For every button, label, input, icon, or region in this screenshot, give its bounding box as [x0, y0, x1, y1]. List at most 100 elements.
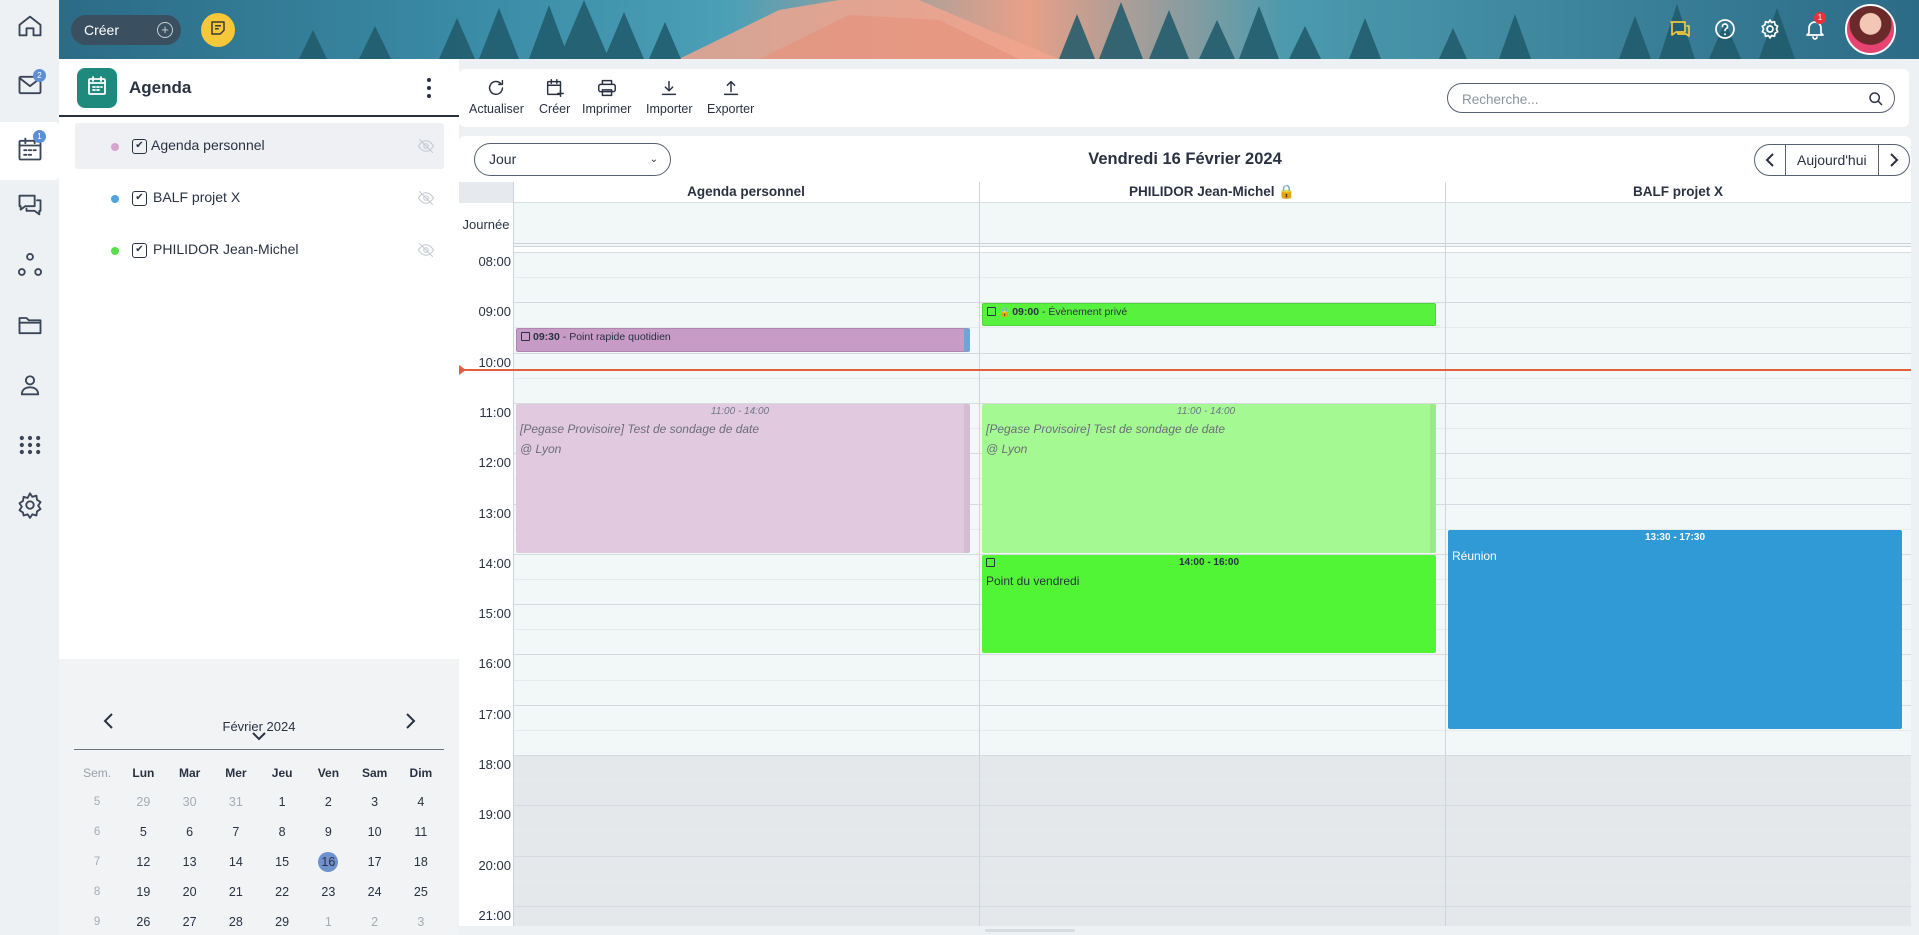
- mini-calendar-day[interactable]: 15: [259, 847, 305, 877]
- mini-calendar-day[interactable]: 26: [120, 907, 166, 935]
- mini-calendar-day[interactable]: 24: [352, 877, 398, 907]
- apps-button[interactable]: [0, 422, 59, 472]
- mini-calendar-day[interactable]: 29: [259, 907, 305, 935]
- calendar-event[interactable]: 09:30 - Point rapide quotidien: [516, 328, 970, 352]
- eye-off-icon[interactable]: [417, 241, 435, 259]
- calendar-event[interactable]: 11:00 - 14:00 [Pegase Provisoire] Test de…: [516, 403, 970, 553]
- hour-label: 17:00: [478, 706, 511, 722]
- settings-button[interactable]: [0, 482, 59, 532]
- search-icon[interactable]: [1868, 91, 1884, 107]
- help-button[interactable]: [1713, 17, 1737, 41]
- mini-next-month-icon[interactable]: [398, 709, 422, 733]
- mini-calendar-day[interactable]: 18: [398, 847, 444, 877]
- mini-calendar-day[interactable]: 31: [213, 787, 259, 817]
- agenda-checkbox[interactable]: ✔: [132, 243, 147, 258]
- notes-button[interactable]: [201, 13, 235, 47]
- chat-button[interactable]: [0, 182, 59, 232]
- mini-calendar-day[interactable]: 3: [352, 787, 398, 817]
- import-button[interactable]: Importer: [646, 77, 693, 116]
- mini-calendar-day[interactable]: 8: [259, 817, 305, 847]
- mini-calendar-day[interactable]: 5: [120, 817, 166, 847]
- week-number[interactable]: 9: [74, 907, 120, 935]
- mini-calendar-day[interactable]: 23: [305, 877, 351, 907]
- calendar-event[interactable]: 🔒 09:00 - Évènement privé: [982, 303, 1436, 327]
- event-time: 11:00 - 14:00: [1176, 405, 1236, 417]
- mini-calendar-day[interactable]: 2: [305, 787, 351, 817]
- agenda-color-dot: [111, 247, 119, 255]
- agenda-checkbox[interactable]: ✔: [132, 139, 147, 154]
- agenda-color-dot: [111, 195, 119, 203]
- mini-calendar-day[interactable]: 1: [305, 907, 351, 935]
- mini-calendar-day[interactable]: 6: [167, 817, 213, 847]
- calendar-event[interactable]: 13:30 - 17:30 Réunion: [1448, 529, 1902, 729]
- settings-button[interactable]: [1758, 17, 1782, 41]
- eye-off-icon[interactable]: [417, 137, 435, 155]
- week-number-header: Sem.: [83, 766, 112, 780]
- network-button[interactable]: [0, 242, 59, 292]
- mini-calendar-day[interactable]: 21: [213, 877, 259, 907]
- user-avatar[interactable]: [1845, 4, 1896, 55]
- hour-line: [513, 755, 1911, 756]
- horizontal-scrollbar[interactable]: [985, 929, 1075, 932]
- mini-calendar-day[interactable]: 12: [120, 847, 166, 877]
- mini-calendar-day[interactable]: 4: [398, 787, 444, 817]
- create-button[interactable]: Créer +: [71, 15, 181, 45]
- search-input[interactable]: [1462, 89, 1852, 109]
- previous-day-button[interactable]: [1755, 145, 1785, 175]
- agenda-item-balf[interactable]: ✔ BALF projet X: [75, 175, 444, 221]
- network-icon: [16, 251, 44, 284]
- mail-button[interactable]: 2: [0, 62, 59, 112]
- mini-calendar-day[interactable]: 2: [352, 907, 398, 935]
- more-options-icon[interactable]: [425, 78, 433, 98]
- mini-calendar-day[interactable]: 9: [305, 817, 351, 847]
- mini-calendar-day[interactable]: 30: [167, 787, 213, 817]
- calendar-event[interactable]: 14:00 - 16:00 Point du vendredi: [982, 554, 1436, 654]
- half-hour-line: [513, 880, 1911, 882]
- refresh-button[interactable]: Actualiser: [469, 77, 524, 116]
- calendar-event[interactable]: 11:00 - 14:00 [Pegase Provisoire] Test de…: [982, 403, 1436, 553]
- half-hour-line: [513, 830, 1911, 832]
- eye-off-icon[interactable]: [417, 189, 435, 207]
- current-time-line: [459, 369, 1911, 372]
- agenda-item-personnel[interactable]: ✔ Agenda personnel: [75, 123, 444, 169]
- mini-calendar-day[interactable]: 1: [259, 787, 305, 817]
- mini-calendar-day[interactable]: 22: [259, 877, 305, 907]
- mini-calendar-day[interactable]: 27: [167, 907, 213, 935]
- column-divider: [979, 182, 980, 926]
- contacts-button[interactable]: [0, 362, 59, 412]
- export-button[interactable]: Exporter: [707, 77, 754, 116]
- plus-icon: +: [157, 22, 173, 38]
- mini-calendar-day[interactable]: 11: [398, 817, 444, 847]
- print-button[interactable]: Imprimer: [582, 77, 631, 116]
- mini-calendar-day[interactable]: 19: [120, 877, 166, 907]
- event-time: 14:00 - 16:00: [1178, 556, 1240, 568]
- messages-button[interactable]: [1668, 17, 1692, 41]
- mini-calendar-day[interactable]: 10: [352, 817, 398, 847]
- mini-calendar-day[interactable]: 14: [213, 847, 259, 877]
- mini-calendar-day[interactable]: 28: [213, 907, 259, 935]
- week-number[interactable]: 5: [74, 787, 120, 817]
- documents-button[interactable]: [0, 302, 59, 352]
- mini-calendar-day[interactable]: 29: [120, 787, 166, 817]
- week-number[interactable]: 8: [74, 877, 120, 907]
- week-number[interactable]: 6: [74, 817, 120, 847]
- mini-calendar-day[interactable]: 7: [213, 817, 259, 847]
- agenda-item-philidor[interactable]: ✔ PHILIDOR Jean-Michel: [75, 227, 444, 273]
- mini-calendar-day[interactable]: 20: [167, 877, 213, 907]
- chat-icon: [1668, 21, 1692, 45]
- mini-calendar-day[interactable]: 25: [398, 877, 444, 907]
- mini-calendar-day[interactable]: 13: [167, 847, 213, 877]
- calendar-button[interactable]: 1: [0, 122, 59, 180]
- mini-calendar-day[interactable]: 17: [352, 847, 398, 877]
- event-location: @ Lyon: [986, 441, 1028, 456]
- mini-calendar-today[interactable]: 16: [305, 847, 351, 877]
- mini-calendar-day[interactable]: 3: [398, 907, 444, 935]
- week-number[interactable]: 7: [74, 847, 120, 877]
- today-button[interactable]: Aujourd'hui: [1785, 145, 1879, 175]
- calendar-day-view: Jour ⌄ Vendredi 16 Février 2024 Aujourd'…: [459, 136, 1911, 926]
- agenda-checkbox[interactable]: ✔: [132, 191, 147, 206]
- home-button[interactable]: [0, 3, 59, 53]
- next-day-button[interactable]: [1879, 145, 1909, 175]
- create-event-button[interactable]: Créer: [539, 77, 570, 116]
- all-day-row[interactable]: [459, 203, 1911, 247]
